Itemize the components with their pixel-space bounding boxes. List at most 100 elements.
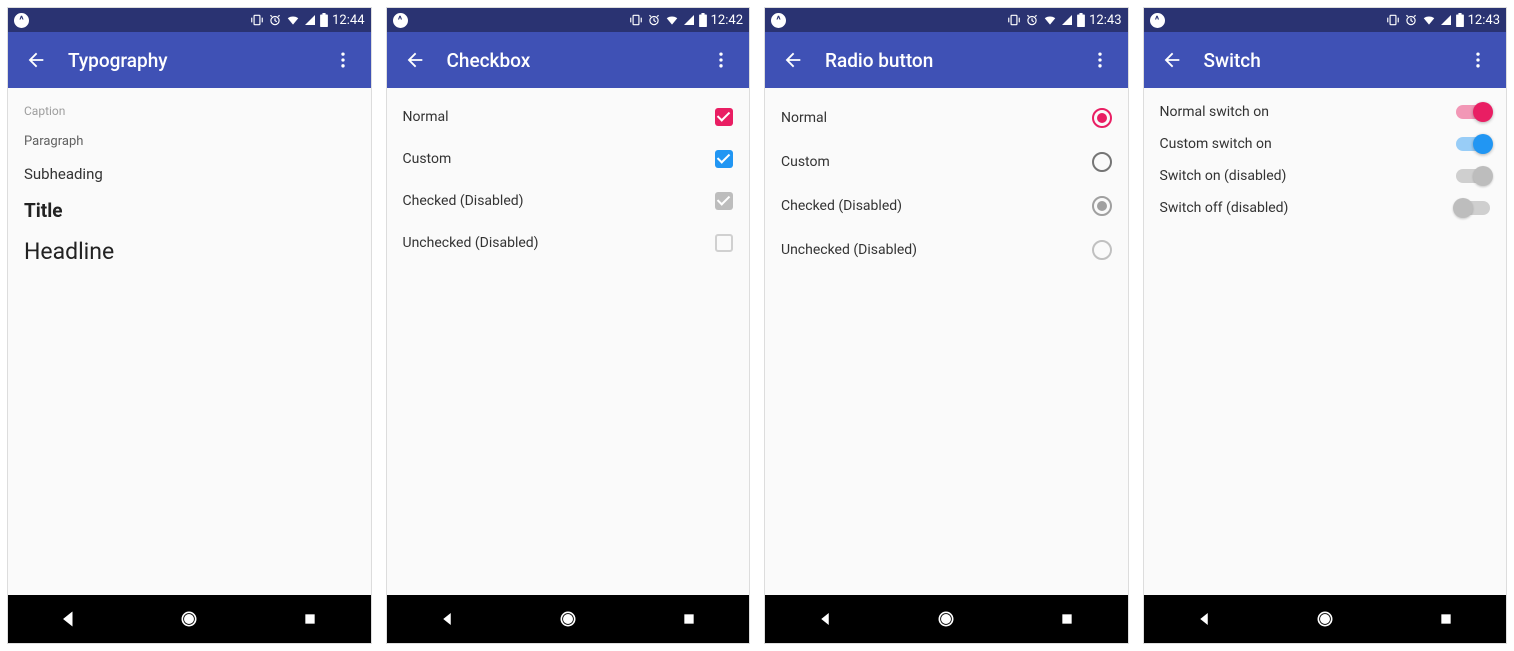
radio-checked-disabled [1092,196,1112,216]
switch-knob [1473,166,1493,186]
app-logo-icon: ^ [771,13,786,28]
navigation-bar [8,595,371,643]
typography-paragraph: Paragraph [8,126,371,157]
nav-home-button[interactable] [1301,595,1349,643]
back-button[interactable] [1152,40,1192,80]
nav-home-button[interactable] [165,595,213,643]
nav-recents-button[interactable] [665,595,713,643]
title-label: Title [24,199,63,222]
nav-recents-button[interactable] [1043,595,1091,643]
device-row: ^ 12:44 Typography Caption Paragraph [0,0,1514,651]
checkbox-unchecked-disabled [715,234,733,252]
radio-label: Unchecked (Disabled) [781,242,917,258]
checkbox-custom[interactable] [715,150,733,168]
wifi-icon [1043,13,1057,27]
app-bar: Typography [8,32,371,88]
radio-row-unchecked-disabled: Unchecked (Disabled) [765,228,1128,272]
status-time: 12:44 [332,13,364,28]
typography-title: Title [8,191,371,230]
checkbox-row-unchecked-disabled: Unchecked (Disabled) [387,222,750,264]
alarm-icon [1404,13,1418,27]
nav-recents-button[interactable] [286,595,334,643]
switch-label: Normal switch on [1160,104,1269,120]
checkbox-label: Unchecked (Disabled) [403,235,539,251]
subheading-label: Subheading [24,165,103,183]
device-typography: ^ 12:44 Typography Caption Paragraph [8,8,371,643]
navigation-bar [1144,595,1507,643]
overflow-menu-button[interactable] [701,40,741,80]
cell-icon [304,14,316,26]
cell-icon [683,14,695,26]
cell-icon [1061,14,1073,26]
switch-row-on-disabled: Switch on (disabled) [1144,160,1507,192]
nav-home-button[interactable] [922,595,970,643]
paragraph-label: Paragraph [24,134,83,149]
nav-back-button[interactable] [1180,595,1228,643]
nav-back-button[interactable] [423,595,471,643]
status-bar: ^ 12:43 [1144,8,1507,32]
battery-icon [1456,13,1464,27]
switch-on-disabled [1456,169,1490,183]
radio-label: Normal [781,110,827,126]
switch-knob [1473,102,1493,122]
switch-row-custom-on[interactable]: Custom switch on [1144,128,1507,160]
content-area: Caption Paragraph Subheading Title Headl… [8,88,371,595]
overflow-menu-button[interactable] [1080,40,1120,80]
wifi-icon [665,13,679,27]
radio-custom[interactable] [1092,152,1112,172]
checkbox-row-normal[interactable]: Normal [387,96,750,138]
status-time: 12:43 [1089,13,1121,28]
navigation-bar [387,595,750,643]
radio-normal[interactable] [1092,108,1112,128]
nav-back-button[interactable] [44,595,92,643]
back-button[interactable] [395,40,435,80]
battery-icon [699,13,707,27]
vibrate-icon [629,13,643,27]
radio-label: Checked (Disabled) [781,198,902,214]
switch-custom-on[interactable] [1456,137,1490,151]
overflow-menu-button[interactable] [1458,40,1498,80]
checkbox-label: Normal [403,109,449,125]
switch-knob [1473,134,1493,154]
nav-back-button[interactable] [801,595,849,643]
checkbox-label: Custom [403,151,452,167]
switch-row-normal-on[interactable]: Normal switch on [1144,96,1507,128]
switch-row-off-disabled: Switch off (disabled) [1144,192,1507,224]
wifi-icon [1422,13,1436,27]
nav-recents-button[interactable] [1422,595,1470,643]
nav-home-button[interactable] [544,595,592,643]
back-button[interactable] [16,40,56,80]
page-title: Switch [1192,49,1459,72]
radio-row-normal[interactable]: Normal [765,96,1128,140]
checkbox-normal[interactable] [715,108,733,126]
content-area: Normal Custom Checked (Disabled) Uncheck… [765,88,1128,595]
app-bar: Radio button [765,32,1128,88]
app-bar: Switch [1144,32,1507,88]
app-bar: Checkbox [387,32,750,88]
overflow-menu-button[interactable] [323,40,363,80]
arrow-back-icon [404,49,426,71]
more-vert-icon [711,50,731,70]
alarm-icon [1025,13,1039,27]
typography-headline: Headline [8,230,371,273]
checkbox-label: Checked (Disabled) [403,193,524,209]
page-title: Typography [56,49,323,72]
radio-unchecked-disabled [1092,240,1112,260]
device-radio: ^ 12:43 Radio button Normal Custom [765,8,1128,643]
status-bar: ^ 12:44 [8,8,371,32]
page-title: Checkbox [435,49,702,72]
device-checkbox: ^ 12:42 Checkbox Normal Custom [387,8,750,643]
back-button[interactable] [773,40,813,80]
page-title: Radio button [813,49,1080,72]
status-bar: ^ 12:43 [765,8,1128,32]
checkbox-row-custom[interactable]: Custom [387,138,750,180]
switch-label: Switch off (disabled) [1160,200,1289,216]
switch-off-disabled [1456,201,1490,215]
radio-row-custom[interactable]: Custom [765,140,1128,184]
switch-normal-on[interactable] [1456,105,1490,119]
radio-label: Custom [781,154,830,170]
status-time: 12:43 [1468,13,1500,28]
caption-label: Caption [24,104,65,118]
content-area: Normal switch on Custom switch on Switch… [1144,88,1507,595]
checkbox-row-checked-disabled: Checked (Disabled) [387,180,750,222]
